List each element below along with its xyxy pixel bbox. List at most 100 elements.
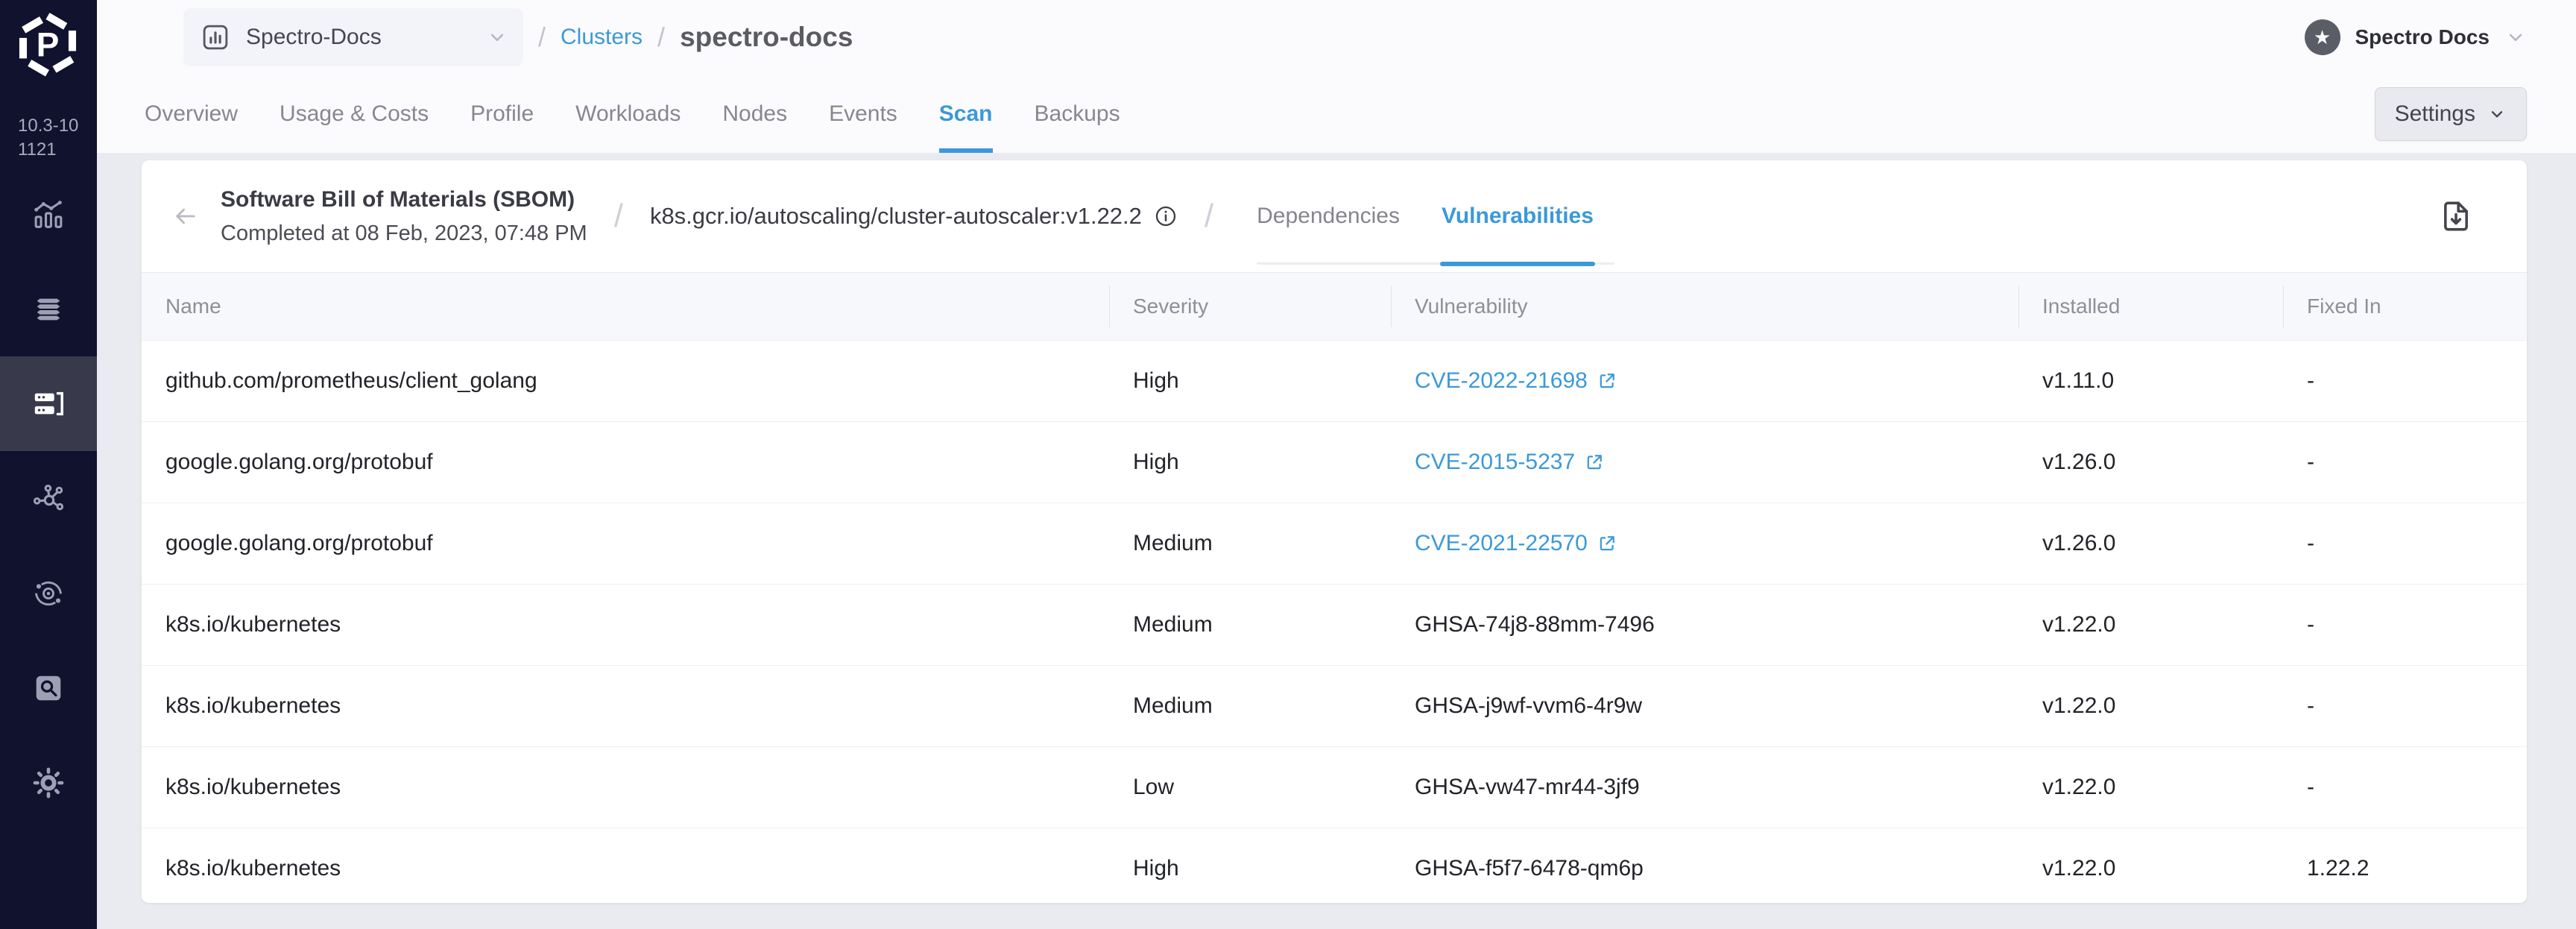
cell-name: k8s.io/kubernetes: [142, 828, 1109, 903]
fixed-in-version: -: [2307, 693, 2314, 718]
breadcrumb-link-clusters[interactable]: Clusters: [561, 25, 643, 50]
vulnerability-entry: GHSA-vw47-mr44-3jf9: [1415, 775, 1640, 800]
cell-vulnerability: CVE-2021-22570: [1391, 503, 2018, 584]
table-row[interactable]: k8s.io/kubernetes Medium GHSA-74j8-88mm-…: [142, 584, 2527, 665]
cell-name: k8s.io/kubernetes: [142, 666, 1109, 746]
user-menu-label: Spectro Docs: [2355, 25, 2490, 48]
vulnerability-entry: CVE-2021-22570: [1415, 531, 1617, 556]
vulnerability-entry: GHSA-74j8-88mm-7496: [1415, 612, 1655, 637]
info-circle-icon[interactable]: [1154, 204, 1178, 228]
cell-installed: v1.22.0: [2018, 585, 2283, 665]
svg-text:P: P: [37, 26, 60, 64]
table-row[interactable]: google.golang.org/protobuf Medium CVE-20…: [142, 503, 2527, 584]
hexagon-p-logo-icon: P: [19, 11, 77, 78]
tab-scan[interactable]: Scan: [938, 75, 993, 153]
sidebar-item-cluster-groups[interactable]: [0, 546, 97, 640]
tab-events[interactable]: Events: [829, 75, 897, 153]
cell-name: google.golang.org/protobuf: [142, 503, 1109, 584]
main-area: Spectro-Docs / Clusters / spectro-docs ★…: [97, 0, 2576, 929]
palette-logo-icon[interactable]: P: [0, 0, 97, 81]
external-link-icon[interactable]: [1597, 371, 1617, 391]
breadcrumb: / Clusters / spectro-docs: [538, 22, 853, 53]
severity-value: Medium: [1133, 612, 1213, 637]
fixed-in-version: -: [2307, 775, 2314, 799]
cell-severity: High: [1109, 828, 1391, 903]
sidebar-item-settings[interactable]: [0, 735, 97, 830]
column-header-severity[interactable]: Severity: [1109, 273, 1391, 340]
sidebar-item-registries[interactable]: [0, 640, 97, 735]
star-icon: ★: [2313, 25, 2332, 48]
tab-vulnerabilities[interactable]: Vulnerabilities: [1439, 160, 1595, 272]
vulnerability-entry: CVE-2022-21698: [1415, 368, 1617, 394]
sbom-completed-at: Completed at 08 Feb, 2023, 07:48 PM: [221, 221, 587, 245]
table-body: github.com/prometheus/client_golang High…: [142, 340, 2527, 903]
column-header-installed[interactable]: Installed: [2018, 273, 2283, 340]
download-report-button[interactable]: [2436, 196, 2476, 236]
tab-usage-costs[interactable]: Usage & Costs: [280, 75, 429, 153]
installed-version: v1.22.0: [2042, 693, 2116, 718]
table-header-row: Name Severity Vulnerability Installed Fi…: [142, 273, 2527, 340]
cell-severity: Low: [1109, 747, 1391, 828]
user-menu[interactable]: ★ Spectro Docs: [2304, 19, 2528, 55]
vulnerability-id: GHSA-j9wf-vvm6-4r9w: [1415, 693, 1643, 718]
settings-button[interactable]: Settings: [2374, 86, 2527, 141]
tab-overview[interactable]: Overview: [145, 75, 238, 153]
vulnerability-id: GHSA-vw47-mr44-3jf9: [1415, 775, 1640, 799]
sidebar-item-profiles[interactable]: [0, 262, 97, 356]
vulnerability-id[interactable]: CVE-2022-21698: [1415, 368, 1588, 394]
vulnerability-id[interactable]: CVE-2015-5237: [1415, 450, 1575, 475]
cell-installed: v1.22.0: [2018, 666, 2283, 746]
tab-backups[interactable]: Backups: [1035, 75, 1120, 153]
column-header-fixed-in[interactable]: Fixed In: [2283, 273, 2527, 340]
cell-installed: v1.22.0: [2018, 747, 2283, 828]
external-link-icon[interactable]: [1597, 533, 1617, 554]
topbar: Spectro-Docs / Clusters / spectro-docs ★…: [97, 0, 2576, 153]
cell-severity: Medium: [1109, 503, 1391, 584]
download-file-icon: [2444, 201, 2468, 231]
external-link-icon[interactable]: [1584, 452, 1605, 473]
vulnerability-id[interactable]: CVE-2021-22570: [1415, 531, 1588, 556]
column-header-vulnerability[interactable]: Vulnerability: [1391, 273, 2018, 340]
sidebar-item-clusters[interactable]: [0, 356, 97, 451]
app-root: P 10.3-101121 Spectro-Docs / Clusters / …: [0, 0, 2576, 929]
cell-vulnerability: GHSA-vw47-mr44-3jf9: [1391, 747, 2018, 828]
cell-fixed-in: 1.22.2: [2283, 828, 2527, 903]
tab-nodes[interactable]: Nodes: [722, 75, 787, 153]
table-row[interactable]: github.com/prometheus/client_golang High…: [142, 340, 2527, 421]
severity-value: Medium: [1133, 531, 1213, 555]
sidebar: P 10.3-101121: [0, 0, 97, 929]
package-name: k8s.io/kubernetes: [165, 612, 341, 637]
analytics-chart-icon: [34, 200, 63, 228]
installed-version: v1.26.0: [2042, 531, 2116, 555]
avatar: ★: [2304, 19, 2340, 55]
package-name: k8s.io/kubernetes: [165, 775, 341, 799]
tab-profile[interactable]: Profile: [470, 75, 534, 153]
orbit-rings-icon: [35, 581, 62, 605]
sidebar-item-dashboard[interactable]: [0, 167, 97, 262]
vulnerability-entry: GHSA-f5f7-6478-qm6p: [1415, 856, 1644, 881]
cell-vulnerability: GHSA-74j8-88mm-7496: [1391, 585, 2018, 665]
app-version: 10.3-101121: [18, 116, 79, 160]
cell-name: google.golang.org/protobuf: [142, 422, 1109, 503]
back-button[interactable]: [167, 198, 204, 235]
tab-workloads[interactable]: Workloads: [575, 75, 681, 153]
table-row[interactable]: k8s.io/kubernetes Low GHSA-vw47-mr44-3jf…: [142, 746, 2527, 828]
package-name: google.golang.org/protobuf: [165, 531, 433, 555]
severity-value: High: [1133, 368, 1179, 393]
sidebar-item-workspaces[interactable]: [0, 451, 97, 546]
tab-dependencies[interactable]: Dependencies: [1257, 160, 1400, 272]
table-row[interactable]: k8s.io/kubernetes Medium GHSA-j9wf-vvm6-…: [142, 665, 2527, 746]
sbom-card: Software Bill of Materials (SBOM) Comple…: [142, 160, 2527, 903]
project-selector[interactable]: Spectro-Docs: [183, 8, 523, 66]
fixed-in-version: -: [2307, 368, 2314, 393]
sbom-title: Software Bill of Materials (SBOM): [221, 187, 575, 212]
table-row[interactable]: k8s.io/kubernetes High GHSA-f5f7-6478-qm…: [142, 828, 2527, 903]
panel-separator: /: [1204, 198, 1214, 234]
breadcrumb-separator: /: [657, 22, 666, 52]
cell-name: k8s.io/kubernetes: [142, 585, 1109, 665]
table-row[interactable]: google.golang.org/protobuf High CVE-2015…: [142, 421, 2527, 503]
column-header-name[interactable]: Name: [142, 273, 1109, 340]
severity-value: Low: [1133, 775, 1175, 799]
vulnerability-entry: CVE-2015-5237: [1415, 450, 1605, 475]
installed-version: v1.22.0: [2042, 775, 2116, 799]
